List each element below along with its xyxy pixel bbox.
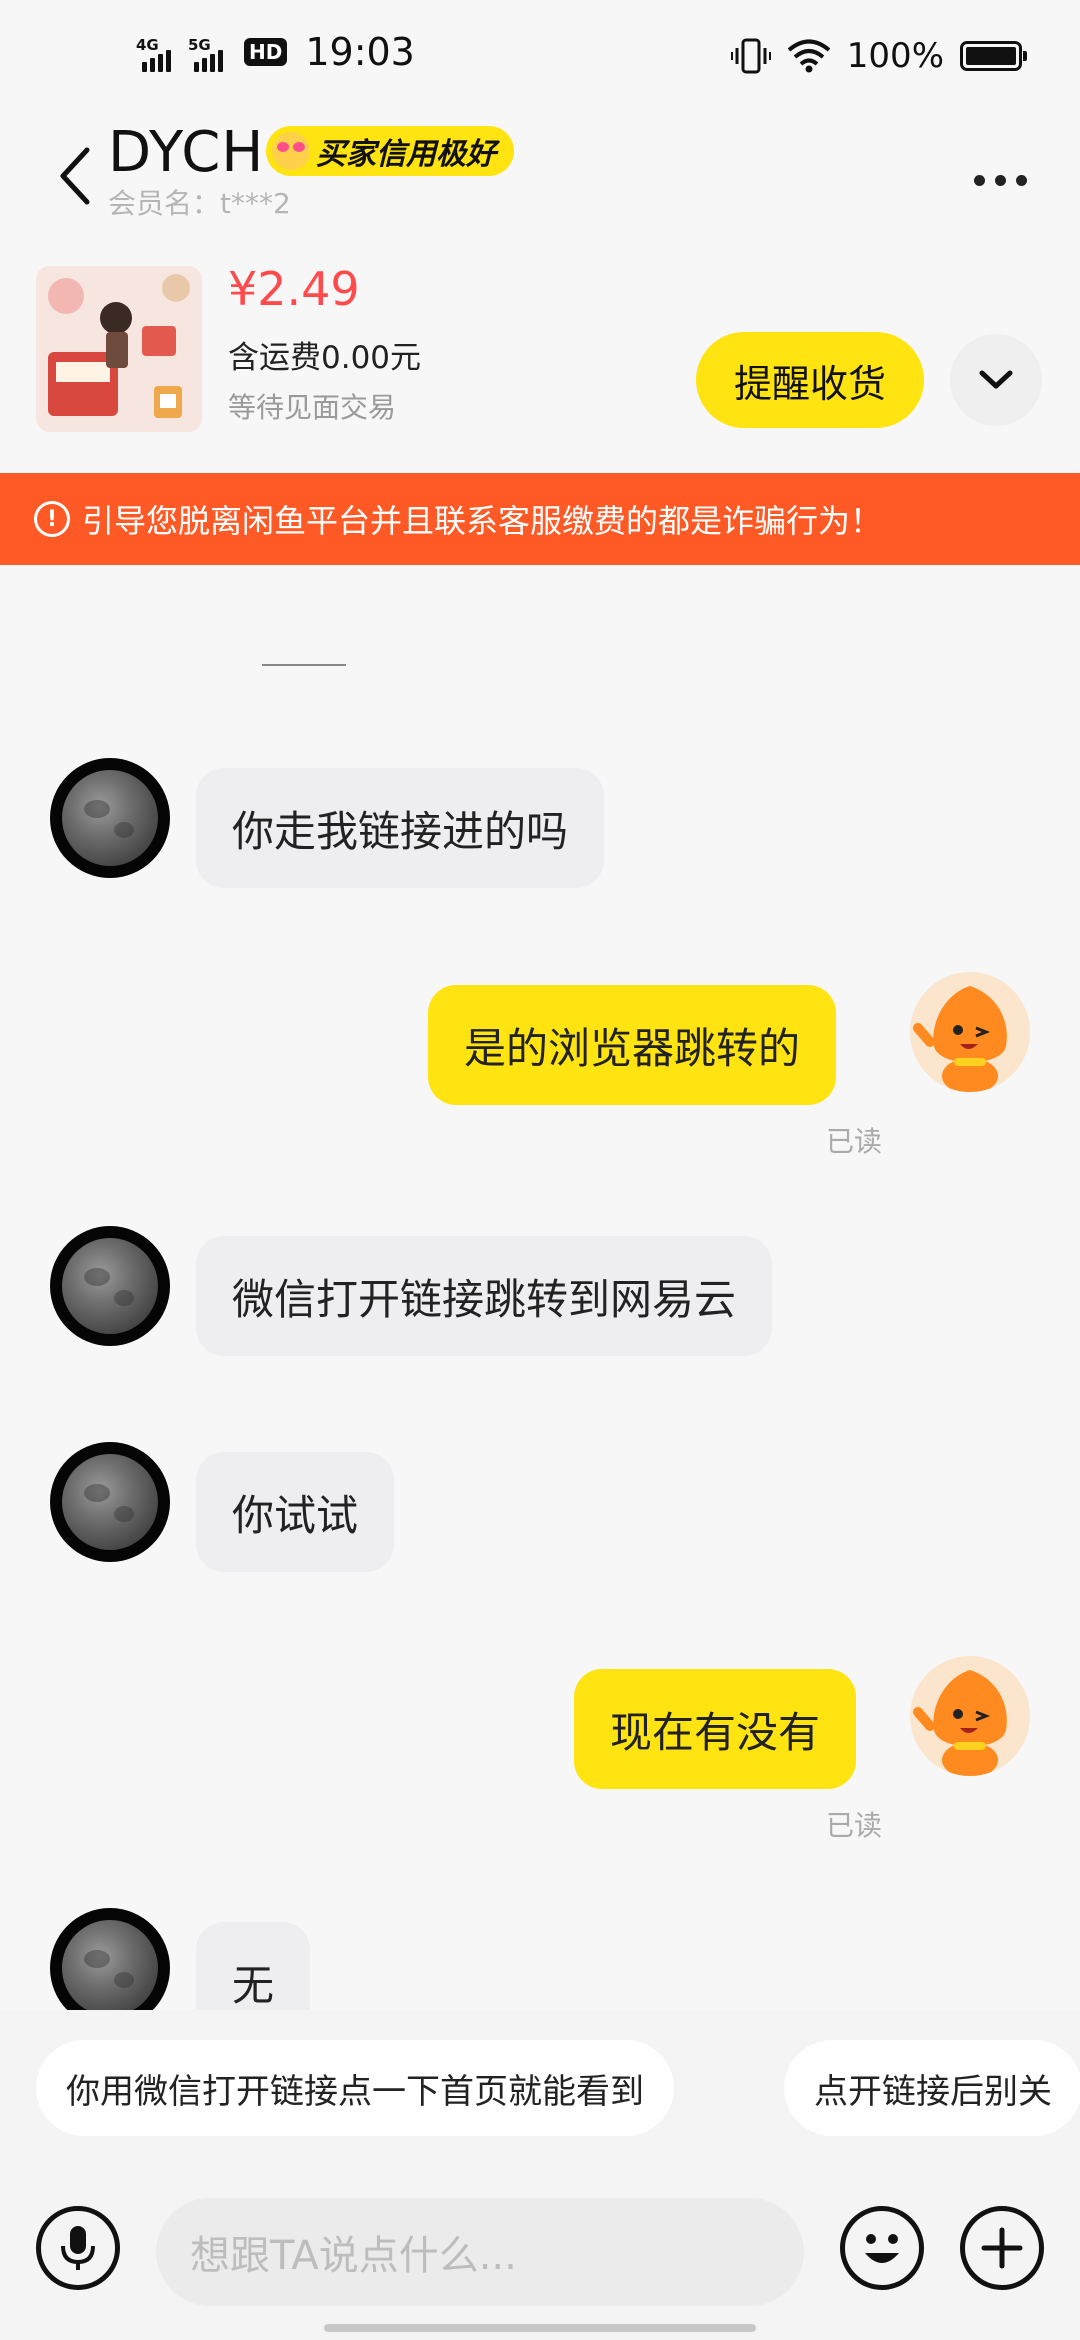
- message-input[interactable]: 想跟TA说点什么...: [156, 2198, 804, 2306]
- warning-icon: !: [34, 501, 70, 537]
- emoji-icon: [865, 2234, 899, 2263]
- contact-name: DYCH: [108, 120, 265, 185]
- divider: [262, 664, 346, 666]
- voice-button[interactable]: [36, 2206, 120, 2290]
- chat-screen: 4G 5G HD 19:03 100% DYCH 买家信用极好 会员名：t***…: [0, 0, 1080, 2340]
- plus-icon: [981, 2227, 1023, 2269]
- product-price: ¥2.49: [228, 262, 360, 316]
- more-dots-icon: [973, 174, 985, 186]
- smiley-icon: [272, 132, 310, 170]
- message-bubble-received[interactable]: 微信打开链接跳转到网易云: [196, 1236, 773, 1356]
- read-receipt: 已读: [826, 1809, 883, 1842]
- remind-receipt-button[interactable]: 提醒收货: [696, 332, 924, 428]
- battery-percent: 100%: [846, 36, 944, 76]
- moon-icon: [62, 1238, 158, 1334]
- product-card: ¥2.49 含运费0.00元 等待见面交易 提醒收货: [0, 262, 1080, 442]
- back-button[interactable]: [50, 136, 100, 216]
- chat-header: DYCH 买家信用极好 会员名：t***2: [0, 120, 1080, 250]
- fraud-warning-banner: ! 引导您脱离闲鱼平台并且联系客服缴费的都是诈骗行为！: [0, 473, 1080, 565]
- microphone-icon: [61, 2226, 95, 2270]
- member-name: 会员名：t***2: [108, 187, 291, 220]
- quick-reply-chip[interactable]: 你用微信打开链接点一下首页就能看到: [36, 2040, 674, 2136]
- signal-5g-icon: 5G: [186, 32, 228, 72]
- my-avatar[interactable]: [910, 972, 1030, 1092]
- quick-reply-bar: 你用微信打开链接点一下首页就能看到 点开链接后别关: [0, 2010, 1080, 2170]
- credit-badge: 买家信用极好: [266, 126, 514, 176]
- message-bubble-sent[interactable]: 是的浏览器跳转的: [428, 985, 837, 1105]
- wifi-icon: [787, 39, 831, 73]
- chevron-down-icon: [979, 370, 1013, 389]
- status-bar: 4G 5G HD 19:03 100%: [0, 0, 1080, 120]
- signal-4g-icon: 4G: [134, 32, 176, 72]
- moon-icon: [62, 1920, 158, 2016]
- quick-reply-chip[interactable]: 点开链接后别关: [784, 2040, 1080, 2136]
- moon-icon: [62, 1454, 158, 1550]
- mascot-icon: [910, 1656, 1030, 1776]
- product-thumbnail[interactable]: [36, 266, 202, 432]
- my-avatar[interactable]: [910, 1656, 1030, 1776]
- shipping-fee: 含运费0.00元: [228, 340, 422, 376]
- mascot-icon: [910, 972, 1030, 1092]
- emoji-button[interactable]: [840, 2206, 924, 2290]
- read-receipt: 已读: [826, 1125, 883, 1158]
- contact-avatar[interactable]: [50, 1226, 170, 1346]
- vibrate-icon: [730, 38, 771, 74]
- moon-icon: [62, 770, 158, 866]
- more-actions-button[interactable]: [960, 2206, 1044, 2290]
- message-bubble-sent[interactable]: 现在有没有: [574, 1669, 857, 1789]
- contact-avatar[interactable]: [50, 758, 170, 878]
- back-arrow-icon: [60, 147, 90, 205]
- product-image-icon: [36, 266, 202, 432]
- warning-text: 引导您脱离闲鱼平台并且联系客服缴费的都是诈骗行为！: [82, 502, 883, 540]
- order-status: 等待见面交易: [228, 391, 397, 424]
- input-bar: 想跟TA说点什么...: [0, 2170, 1080, 2340]
- battery-icon: [960, 41, 1027, 71]
- message-bubble-received[interactable]: 你试试: [196, 1452, 395, 1572]
- more-options-button[interactable]: [960, 150, 1040, 210]
- message-bubble-received[interactable]: 你走我链接进的吗: [196, 768, 605, 888]
- home-indicator[interactable]: [324, 2324, 756, 2332]
- contact-avatar[interactable]: [50, 1442, 170, 1562]
- hd-icon: HD: [244, 38, 288, 66]
- expand-button[interactable]: [950, 334, 1042, 426]
- clock: 19:03: [305, 30, 415, 74]
